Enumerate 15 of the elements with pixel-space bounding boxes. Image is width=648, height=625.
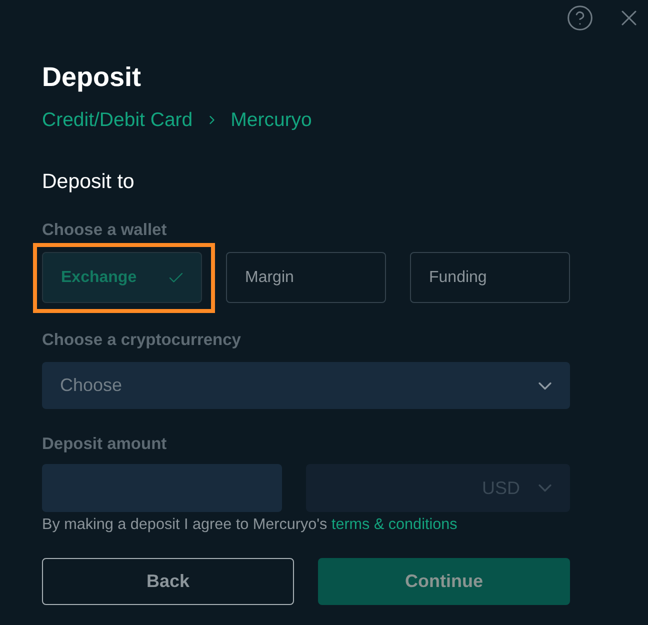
amount-input[interactable] <box>42 464 282 512</box>
terms-link[interactable]: terms & conditions <box>331 516 458 533</box>
help-icon[interactable] <box>566 4 594 32</box>
terms-text: By making a deposit I agree to Mercuryo's terms & conditions <box>42 516 458 534</box>
field-label: Choose a cryptocurrency <box>42 330 241 350</box>
section-title: Deposit to <box>42 170 134 194</box>
field-label: Choose a wallet <box>42 220 167 240</box>
dialog-title: Deposit <box>42 61 142 94</box>
field-label: Deposit amount <box>42 434 167 454</box>
wallet-option[interactable]: Funding <box>410 252 570 303</box>
breadcrumb-link[interactable]: Credit/Debit Card <box>42 108 193 132</box>
cryptocurrency-select[interactable]: Choose <box>42 362 570 409</box>
wallet-option[interactable]: Margin <box>226 252 386 303</box>
breadcrumb-link[interactable]: Mercuryo <box>230 108 312 132</box>
back-button[interactable]: Back <box>42 558 294 605</box>
